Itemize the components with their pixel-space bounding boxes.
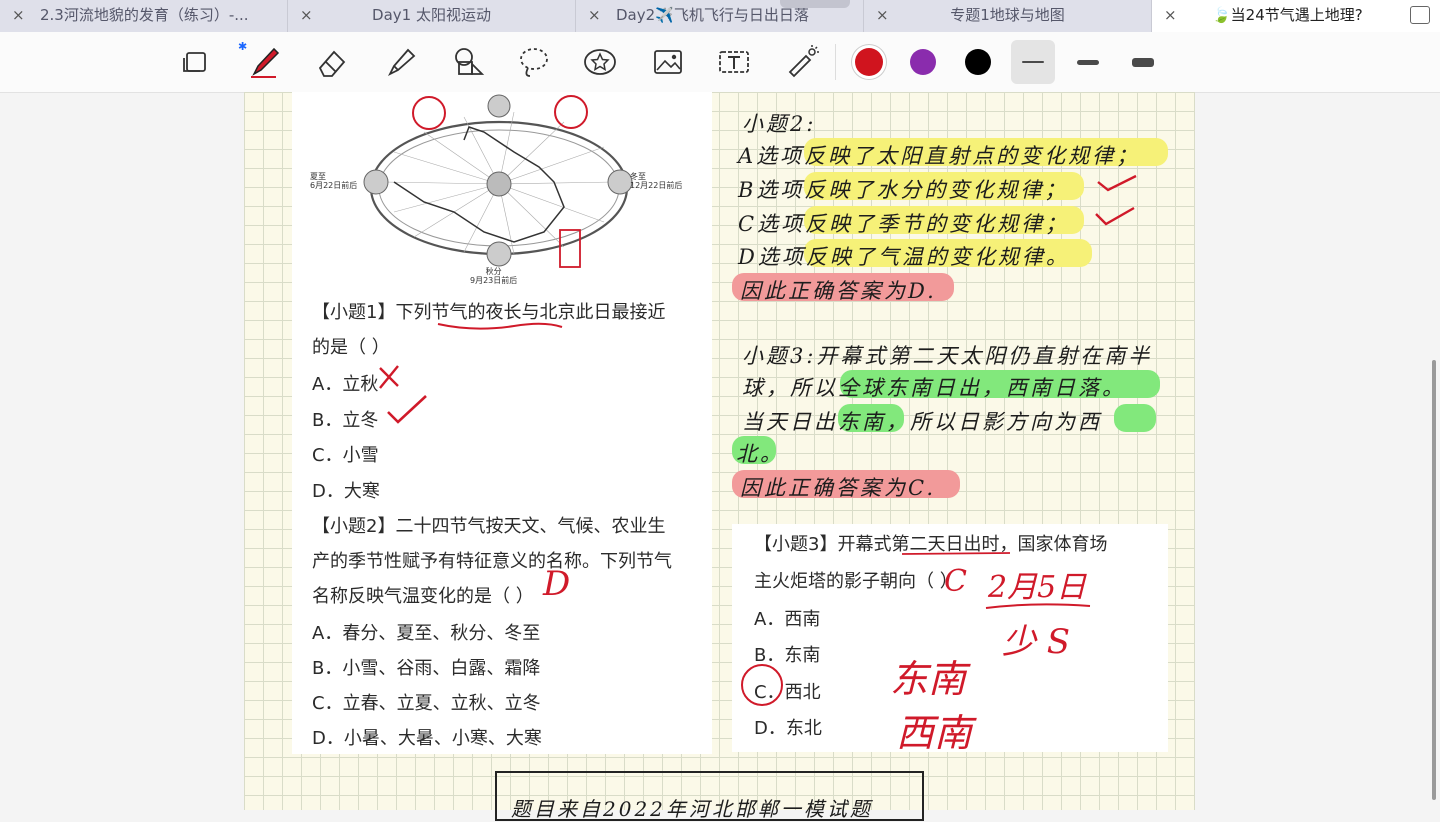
tab-river-landform[interactable]: × 2.3河流地貌的发育（练习）-...	[0, 0, 288, 32]
red-checkmarks	[1095, 174, 1137, 226]
color-black-swatch[interactable]	[965, 49, 991, 75]
note-line-d: D选项反映了气温的变化规律。	[738, 245, 1070, 269]
toolbar: ✱	[0, 32, 1440, 93]
tab-bar: × 2.3河流地貌的发育（练习）-... × Day1 太阳视运动 × Day2…	[0, 0, 1440, 32]
underline-annotation	[437, 322, 563, 330]
note-line-c: C选项反映了季节的变化规律；	[738, 212, 1070, 236]
tab-day1[interactable]: × Day1 太阳视运动	[288, 0, 576, 32]
handwritten-direction: 少 S	[1002, 622, 1071, 662]
note-answer-3: 因此正确答案为C.	[740, 476, 936, 500]
q2-option-d: D．小暑、大暑、小寒、大寒	[312, 728, 542, 749]
line-width-thin[interactable]	[1011, 40, 1055, 84]
q3-option-d: D．东北	[754, 718, 822, 739]
q2-option-c: C．立春、立夏、立秋、立冬	[312, 693, 541, 714]
shapes-icon[interactable]	[450, 44, 486, 80]
q2-option-b: B．小雪、谷雨、白露、霜降	[312, 658, 541, 679]
close-icon[interactable]: ×	[12, 0, 25, 30]
red-cross-and-check	[379, 365, 427, 424]
note-subq2-title: 小题2:	[742, 112, 817, 136]
pen-icon[interactable]	[246, 44, 282, 80]
q1-option-b: B．立冬	[312, 410, 379, 431]
winter-solstice-label: 冬至 12月22日前后	[630, 172, 683, 190]
tab-solar-terms[interactable]: × 🍃当24节气遇上地理?	[1152, 0, 1440, 32]
tab-label: 🍃当24节气遇上地理?	[1212, 6, 1363, 24]
note-subq3-line2: 球，所以全球东南日出，西南日落。	[742, 376, 1126, 400]
highlight-green	[1114, 404, 1156, 432]
tab-label: 专题1地球与地图	[950, 6, 1065, 24]
tab-grip[interactable]	[780, 0, 850, 8]
tab-label: 2.3河流地貌的发育（练习）-...	[40, 6, 249, 24]
note-subq3-line3: 当天日出东南，所以日影方向为西	[742, 410, 1102, 434]
note-subq3-line4: 北。	[736, 442, 784, 466]
toolbar-divider	[835, 44, 836, 80]
sticker-icon[interactable]	[582, 44, 618, 80]
question-3-stem-2: 主火炬塔的影子朝向（ ）	[754, 571, 958, 592]
underline-annotation	[985, 603, 1091, 609]
tab-topic1[interactable]: × 专题1地球与地图	[864, 0, 1152, 32]
split-view-icon[interactable]	[1410, 6, 1430, 24]
line-width-thick[interactable]	[1121, 40, 1165, 84]
source-note-text: 题目来自2022年河北邯郸一模试题	[511, 797, 873, 821]
autumn-equinox-label: 秋分 9月23日前后	[470, 267, 518, 285]
text-icon[interactable]	[716, 44, 752, 80]
underline-annotation	[901, 552, 1011, 555]
lasso-icon[interactable]	[516, 44, 552, 80]
tab-label: Day1 太阳视运动	[372, 6, 491, 24]
summer-solstice-label: 夏至 6月22日前后	[310, 172, 358, 190]
eraser-icon[interactable]	[314, 44, 350, 80]
question-2-stem-2: 产的季节性赋予有特征意义的名称。下列节气	[312, 551, 672, 572]
question-2-stem: 【小题2】二十四节气按天文、气候、农业生	[312, 516, 666, 537]
q1-option-c: C．小雪	[312, 445, 379, 466]
highlighter-icon[interactable]	[382, 44, 418, 80]
q3-handwritten-answer: C	[944, 564, 967, 599]
color-purple-swatch[interactable]	[910, 49, 936, 75]
image-icon[interactable]	[650, 44, 686, 80]
line-width-medium[interactable]	[1066, 40, 1110, 84]
handwritten-southwest: 西南	[896, 711, 973, 755]
note-line-b: B选项反映了水分的变化规律；	[738, 178, 1069, 202]
q3-option-a: A．西南	[754, 609, 821, 630]
note-answer-2: 因此正确答案为D.	[740, 279, 937, 303]
q2-handwritten-answer: D	[543, 564, 571, 604]
note-line-a: A选项反映了太阳直射点的变化规律；	[738, 144, 1141, 168]
notebook-page[interactable]: 夏至 6月22日前后 冬至 12月22日前后 秋分 9月23日前后 【小题1】下…	[244, 92, 1195, 821]
laser-pointer-icon[interactable]	[784, 44, 820, 80]
close-icon[interactable]: ×	[588, 0, 601, 30]
red-circle-annotation	[741, 664, 783, 706]
q1-option-a: A．立秋	[312, 374, 379, 395]
handwritten-southeast: 东南	[890, 657, 967, 701]
solar-terms-diagram	[363, 94, 633, 268]
source-note-box: 题目来自2022年河北邯郸一模试题	[495, 771, 924, 821]
q1-option-d: D．大寒	[312, 481, 380, 502]
close-icon[interactable]: ×	[1164, 0, 1177, 30]
q2-option-a: A．春分、夏至、秋分、冬至	[312, 623, 541, 644]
note-subq3-line1: 小题3:开幕式第二天太阳仍直射在南半	[742, 344, 1153, 368]
page-icon[interactable]	[178, 44, 214, 80]
question-2-stem-3: 名称反映气温变化的是（ ）	[312, 586, 534, 607]
color-red-swatch[interactable]	[855, 48, 883, 76]
question-1-stem-cont: 的是（ ）	[312, 337, 390, 358]
vertical-scrollbar[interactable]	[1432, 360, 1436, 800]
